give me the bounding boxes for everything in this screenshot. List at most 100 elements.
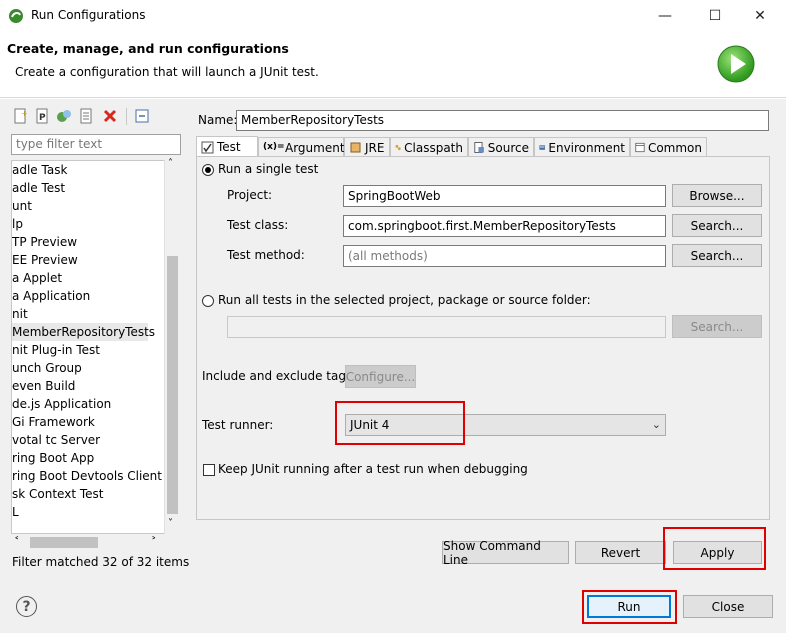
chevron-down-icon: ⌄ <box>651 418 661 431</box>
search-class-button[interactable]: Search... <box>672 214 762 237</box>
tree-item[interactable]: adle Test <box>12 179 65 197</box>
common-icon <box>635 142 645 153</box>
scroll-up-icon[interactable]: ˄ <box>168 158 173 169</box>
tab-label: Environment <box>548 140 625 155</box>
single-test-label: Run a single test <box>218 162 319 176</box>
export-icon[interactable] <box>78 108 94 124</box>
container-field <box>227 316 666 338</box>
show-command-line-button[interactable]: Show Command Line <box>442 539 569 567</box>
tree-item[interactable]: unch Group <box>12 359 82 377</box>
tab-environment[interactable]: Environment <box>534 137 630 157</box>
svg-text:+: + <box>21 109 28 118</box>
toolbar-divider <box>126 108 127 125</box>
keep-running-label: Keep JUnit running after a test run when… <box>218 462 528 476</box>
tree-item[interactable]: ring Boot Devtools Client <box>12 467 162 485</box>
tab-common[interactable]: Common <box>630 137 707 157</box>
horizontal-scroll-thumb[interactable] <box>30 537 98 548</box>
duplicate-icon[interactable] <box>56 108 72 124</box>
tree-item[interactable]: a Applet <box>12 269 62 287</box>
search-method-button[interactable]: Search... <box>672 244 762 267</box>
scroll-left-icon[interactable]: ˂ <box>14 535 20 548</box>
tree-item-selected[interactable]: MemberRepositoryTests <box>12 323 155 341</box>
tab-label: Common <box>647 140 702 155</box>
test-class-field[interactable]: com.springboot.first.MemberRepositoryTes… <box>343 215 666 237</box>
single-test-radio[interactable] <box>202 164 214 176</box>
test-method-field[interactable]: (all methods) <box>343 245 666 267</box>
tree-item[interactable]: even Build <box>12 377 75 395</box>
classpath-icon <box>395 144 401 151</box>
run-banner-icon <box>717 45 755 83</box>
name-input[interactable]: MemberRepositoryTests <box>236 110 769 131</box>
browse-button[interactable]: Browse... <box>672 184 762 207</box>
run-highlight <box>582 590 677 624</box>
tab-label: Classpath <box>404 140 463 155</box>
tree-item[interactable]: nit <box>12 305 28 323</box>
config-tabs: Test (x)= Arguments JRE Classpath Source… <box>196 136 770 157</box>
tree-item[interactable]: L <box>12 503 19 521</box>
environment-icon <box>539 145 545 150</box>
tree-item[interactable]: TP Preview <box>12 233 77 251</box>
tab-label: Arguments <box>285 140 351 155</box>
tree-item[interactable]: de.js Application <box>12 395 111 413</box>
config-toolbar: + P <box>7 104 187 130</box>
jre-icon <box>350 142 361 153</box>
configure-button: Configure... <box>345 365 416 388</box>
revert-button[interactable]: Revert <box>575 541 666 564</box>
tree-item[interactable]: ring Boot App <box>12 449 94 467</box>
tab-label: JRE <box>365 140 385 155</box>
tab-source[interactable]: Source <box>468 137 534 157</box>
runner-highlight <box>335 401 465 445</box>
minimize-icon[interactable]: — <box>650 4 680 28</box>
delete-icon[interactable] <box>102 108 118 124</box>
tab-jre[interactable]: JRE <box>344 137 390 157</box>
test-class-label: Test class: <box>227 218 289 232</box>
collapse-all-icon[interactable] <box>134 108 150 124</box>
tab-test[interactable]: Test <box>196 136 258 157</box>
run-all-radio[interactable] <box>202 295 214 307</box>
maximize-icon[interactable]: ☐ <box>700 4 730 28</box>
tab-arguments[interactable]: (x)= Arguments <box>258 137 351 157</box>
search-container-button: Search... <box>672 315 762 338</box>
scroll-down-icon[interactable]: ˅ <box>168 518 173 529</box>
vertical-scroll-thumb[interactable] <box>167 256 178 514</box>
apply-highlight <box>663 527 766 570</box>
filter-status: Filter matched 32 of 32 items <box>12 555 190 569</box>
banner-title: Create, manage, and run configurations <box>7 41 289 56</box>
tree-item[interactable]: Gi Framework <box>12 413 95 431</box>
close-icon[interactable]: ✕ <box>745 4 775 28</box>
run-all-label: Run all tests in the selected project, p… <box>218 293 591 307</box>
tab-label: Source <box>487 140 529 155</box>
new-config-icon[interactable]: + <box>12 108 28 124</box>
tags-label: Include and exclude tags: <box>202 369 357 383</box>
header-banner: Create, manage, and run configurations C… <box>0 32 786 98</box>
test-icon <box>201 141 214 153</box>
name-label: Name: <box>198 113 238 127</box>
config-tree: adle Task adle Test unt lp TP Preview EE… <box>11 160 181 534</box>
project-label: Project: <box>227 188 273 202</box>
tree-item[interactable]: lp <box>12 215 23 233</box>
filter-input[interactable]: type filter text <box>11 134 181 155</box>
title-bar: Run Configurations — ☐ ✕ <box>0 0 786 32</box>
tree-item[interactable]: adle Task <box>12 161 67 179</box>
arguments-icon: (x)= <box>263 142 285 152</box>
tab-label: Test <box>217 140 241 154</box>
source-icon <box>474 142 484 153</box>
help-icon[interactable]: ? <box>16 596 37 617</box>
tree-item[interactable]: votal tc Server <box>12 431 100 449</box>
tree-item[interactable]: nit Plug-in Test <box>12 341 100 359</box>
new-prototype-icon[interactable]: P <box>34 108 50 124</box>
tree-item[interactable]: unt <box>12 197 32 215</box>
keep-running-checkbox[interactable] <box>203 464 215 476</box>
project-field[interactable]: SpringBootWeb <box>343 185 666 207</box>
scroll-right-icon[interactable]: ˃ <box>151 535 157 548</box>
tree-item[interactable]: a Application <box>12 287 90 305</box>
tree-item[interactable]: EE Preview <box>12 251 78 269</box>
tab-classpath[interactable]: Classpath <box>390 137 468 157</box>
tree-item[interactable]: sk Context Test <box>12 485 103 503</box>
eclipse-app-icon <box>9 9 23 23</box>
banner-subtitle: Create a configuration that will launch … <box>15 65 319 79</box>
test-method-label: Test method: <box>227 248 305 262</box>
close-button[interactable]: Close <box>683 595 773 618</box>
window-title: Run Configurations <box>31 8 146 22</box>
svg-text:P: P <box>39 113 46 123</box>
